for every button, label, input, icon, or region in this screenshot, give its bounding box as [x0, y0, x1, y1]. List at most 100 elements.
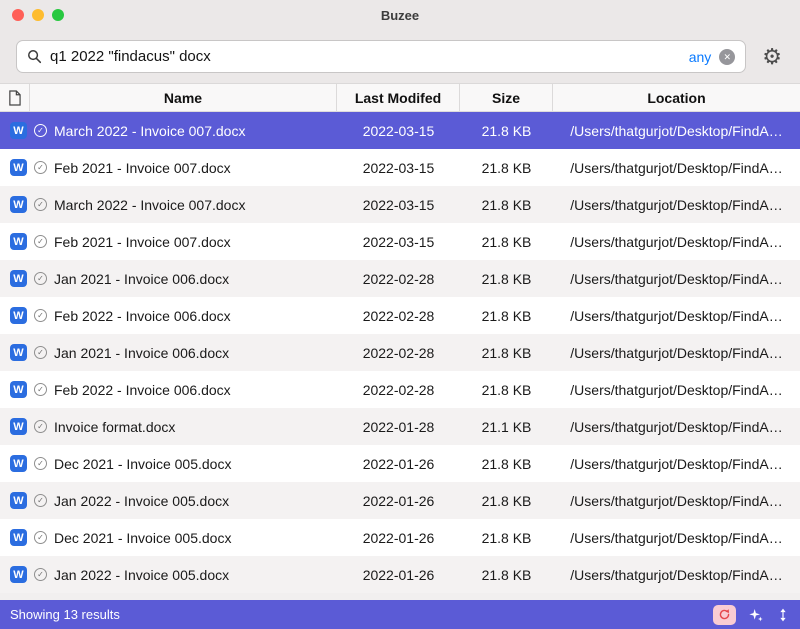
file-name: Dec 2021 - Invoice 005.docx: [54, 530, 231, 546]
file-name: Feb 2021 - Invoice 007.docx: [54, 234, 231, 250]
file-size: 21.8 KB: [460, 186, 553, 223]
file-name: Jan 2022 - Invoice 005.docx: [54, 493, 229, 509]
file-size: 21.8 KB: [460, 334, 553, 371]
sparkles-button[interactable]: [748, 607, 764, 623]
search-scope-link[interactable]: any: [689, 49, 712, 65]
file-size: 21.8 KB: [460, 445, 553, 482]
table-row[interactable]: W ✓ Feb 2021 - Invoice 007.docx 2022-03-…: [0, 223, 800, 260]
column-header-size[interactable]: Size: [460, 84, 553, 111]
gear-icon[interactable]: ⚙: [762, 46, 782, 68]
file-name-cell: W ✓ Dec 2021 - Invoice 005.docx: [0, 445, 337, 482]
check-circle-icon: ✓: [34, 420, 47, 433]
column-header-name[interactable]: Name: [30, 84, 337, 111]
refresh-button[interactable]: [713, 605, 736, 625]
file-size: 21.8 KB: [460, 223, 553, 260]
file-type-column-header[interactable]: [0, 84, 30, 111]
file-last-modified: 2022-03-15: [337, 149, 460, 186]
table-row[interactable]: W ✓ Jan 2021 - Invoice 006.docx 2022-02-…: [0, 260, 800, 297]
table-row[interactable]: W ✓ Dec 2021 - Invoice 005.docx 2022-01-…: [0, 519, 800, 556]
file-location: /Users/thatgurjot/Desktop/FindA…: [553, 371, 800, 408]
word-file-icon: W: [10, 418, 27, 435]
zoom-traffic-light[interactable]: [52, 9, 64, 21]
file-name: Dec 2021 - Invoice 005.docx: [54, 456, 231, 472]
file-location: /Users/thatgurjot/Desktop/FindA…: [553, 556, 800, 593]
file-location: /Users/thatgurjot/Desktop/FindA…: [553, 445, 800, 482]
check-circle-icon: ✓: [34, 346, 47, 359]
file-location: /Users/thatgurjot/Desktop/FindA…: [553, 519, 800, 556]
check-circle-icon: ✓: [34, 457, 47, 470]
word-file-icon: W: [10, 159, 27, 176]
table-row[interactable]: W ✓ Dec 2021 - Invoice 005.docx 2022-01-…: [0, 445, 800, 482]
file-size: 21.8 KB: [460, 371, 553, 408]
table-row[interactable]: W ✓ Jan 2022 - Invoice 005.docx 2022-01-…: [0, 556, 800, 593]
unfold-vertical-button[interactable]: [776, 607, 790, 623]
file-location: /Users/thatgurjot/Desktop/FindA…: [553, 223, 800, 260]
file-name: Jan 2021 - Invoice 006.docx: [54, 345, 229, 361]
file-name-cell: W ✓ Jan 2021 - Invoice 006.docx: [0, 334, 337, 371]
file-location: /Users/thatgurjot/Desktop/FindA…: [553, 408, 800, 445]
titlebar: Buzee: [0, 0, 800, 30]
file-name: Feb 2021 - Invoice 007.docx: [54, 160, 231, 176]
sparkles-icon: [748, 607, 764, 623]
results-body: W ✓ March 2022 - Invoice 007.docx 2022-0…: [0, 112, 800, 600]
minimize-traffic-light[interactable]: [32, 9, 44, 21]
check-circle-icon: ✓: [34, 235, 47, 248]
file-size: 21.8 KB: [460, 519, 553, 556]
check-circle-icon: ✓: [34, 124, 47, 137]
clear-search-icon[interactable]: ✕: [719, 49, 735, 65]
file-name-cell: W ✓ Jan 2022 - Invoice 005.docx: [0, 482, 337, 519]
table-row[interactable]: W ✓ March 2022 - Invoice 007.docx 2022-0…: [0, 186, 800, 223]
word-file-icon: W: [10, 529, 27, 546]
file-name-cell: W ✓ March 2022 - Invoice 007.docx: [0, 112, 337, 149]
table-row[interactable]: W ✓ Jan 2021 - Invoice 006.docx 2022-02-…: [0, 334, 800, 371]
file-name-cell: W ✓ Feb 2022 - Invoice 006.docx: [0, 297, 337, 334]
file-last-modified: 2022-03-15: [337, 186, 460, 223]
file-size: 21.8 KB: [460, 149, 553, 186]
check-circle-icon: ✓: [34, 531, 47, 544]
file-last-modified: 2022-01-26: [337, 556, 460, 593]
file-name-cell: W ✓ Feb 2021 - Invoice 007.docx: [0, 223, 337, 260]
table-row[interactable]: W ✓ Invoice format.docx 2022-01-28 21.1 …: [0, 408, 800, 445]
search-row: any ✕ ⚙: [0, 30, 800, 84]
file-name-cell: W ✓ March 2022 - Invoice 007.docx: [0, 186, 337, 223]
app-window: Buzee any ✕ ⚙ Name Last Modifed Size Loc…: [0, 0, 800, 629]
file-last-modified: 2022-03-15: [337, 223, 460, 260]
word-file-icon: W: [10, 566, 27, 583]
column-header-last-modified[interactable]: Last Modifed: [337, 84, 460, 111]
file-name: March 2022 - Invoice 007.docx: [54, 123, 245, 139]
file-last-modified: 2022-01-26: [337, 519, 460, 556]
table-row[interactable]: W ✓ March 2022 - Invoice 007.docx 2022-0…: [0, 112, 800, 149]
close-traffic-light[interactable]: [12, 9, 24, 21]
table-row[interactable]: W ✓ Feb 2022 - Invoice 006.docx 2022-02-…: [0, 371, 800, 408]
file-last-modified: 2022-02-28: [337, 297, 460, 334]
check-circle-icon: ✓: [34, 161, 47, 174]
file-size: 21.8 KB: [460, 482, 553, 519]
table-row[interactable]: W ✓ Jan 2022 - Invoice 005.docx 2022-01-…: [0, 482, 800, 519]
file-size: 21.8 KB: [460, 297, 553, 334]
file-location: /Users/thatgurjot/Desktop/FindA…: [553, 149, 800, 186]
file-location: /Users/thatgurjot/Desktop/FindA…: [553, 297, 800, 334]
column-header-location[interactable]: Location: [553, 84, 800, 111]
file-name: Jan 2022 - Invoice 005.docx: [54, 567, 229, 583]
traffic-lights: [0, 9, 64, 21]
refresh-icon: [718, 608, 731, 621]
file-last-modified: 2022-02-28: [337, 334, 460, 371]
table-row[interactable]: W ✓ Feb 2021 - Invoice 007.docx 2022-03-…: [0, 149, 800, 186]
file-location: /Users/thatgurjot/Desktop/FindA…: [553, 482, 800, 519]
file-last-modified: 2022-02-28: [337, 371, 460, 408]
table-row[interactable]: W ✓ Feb 2022 - Invoice 006.docx 2022-02-…: [0, 297, 800, 334]
word-file-icon: W: [10, 196, 27, 213]
search-input[interactable]: [50, 48, 681, 65]
search-icon: [27, 49, 42, 64]
file-size: 21.8 KB: [460, 556, 553, 593]
file-size: 21.1 KB: [460, 408, 553, 445]
check-circle-icon: ✓: [34, 383, 47, 396]
word-file-icon: W: [10, 122, 27, 139]
file-location: /Users/thatgurjot/Desktop/FindA…: [553, 334, 800, 371]
file-name-cell: W ✓ Feb 2021 - Invoice 007.docx: [0, 149, 337, 186]
file-name: March 2022 - Invoice 007.docx: [54, 197, 245, 213]
file-name-cell: W ✓ Dec 2021 - Invoice 005.docx: [0, 519, 337, 556]
word-file-icon: W: [10, 270, 27, 287]
file-name-cell: W ✓ Invoice format.docx: [0, 408, 337, 445]
search-box[interactable]: any ✕: [16, 40, 746, 73]
